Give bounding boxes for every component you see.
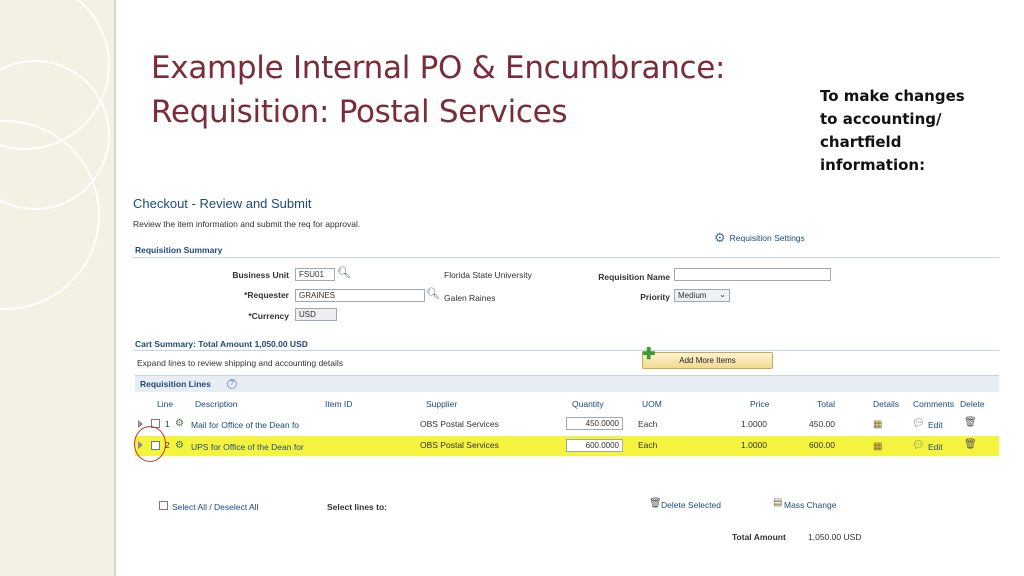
comment-icon[interactable]: 💬︎ <box>912 440 925 451</box>
line-price: 1.0000 <box>741 419 767 429</box>
column-header-description: Description <box>195 399 238 409</box>
chevron-down-icon: ⌄ <box>719 290 726 299</box>
requisition-lines-title: Requisition Lines <box>140 379 211 389</box>
mass-change-icon: ▤ <box>773 497 783 508</box>
plus-icon: ✚ <box>642 346 656 363</box>
select-all-checkbox[interactable] <box>159 501 168 510</box>
checkout-page: Checkout - Review and Submit Review the … <box>130 190 1000 570</box>
requester-field[interactable]: GRAINES <box>295 289 425 302</box>
side-note: To make changes to accounting/ chartfiel… <box>820 85 980 177</box>
requisition-settings-label: Requisition Settings <box>729 233 805 243</box>
requisition-name-label: Requisition Name <box>598 272 670 282</box>
priority-label: Priority <box>640 292 670 302</box>
currency-field: USD <box>295 308 337 321</box>
column-header-quantity: Quantity <box>572 399 604 409</box>
priority-select[interactable]: Medium ⌄ <box>674 289 730 302</box>
column-header-supplier: Supplier <box>426 399 458 409</box>
line-supplier: OBS Postal Services <box>420 419 499 429</box>
slide-title-line-2: Requisition: Postal Services <box>151 94 568 130</box>
table-row: 1 ⚙ Mail for Office of the Dean fo OBS P… <box>135 415 999 435</box>
details-icon[interactable]: ▦ <box>873 419 882 430</box>
search-icon[interactable]: 🔍︎ <box>426 287 440 300</box>
requester-label: *Requester <box>244 290 289 300</box>
search-icon[interactable]: 🔍︎ <box>337 266 351 279</box>
business-unit-field[interactable]: FSU01 <box>295 268 335 281</box>
total-amount-value: 1,050.00 USD <box>808 532 862 542</box>
trash-icon[interactable]: 🗑︎ <box>964 439 977 450</box>
side-note-line: to accounting/ <box>820 110 942 128</box>
delete-selected-link[interactable]: Delete Selected <box>661 500 721 510</box>
column-header-total: Total <box>817 399 835 409</box>
slide-title-line-1: Example Internal PO & Encumbrance: <box>151 50 726 86</box>
comment-icon[interactable]: 💬︎ <box>912 418 925 429</box>
divider <box>133 257 999 258</box>
requester-description: Galen Raines <box>444 293 496 303</box>
line-uom: Each <box>638 440 658 450</box>
column-header-item-id: Item ID <box>325 399 353 409</box>
side-note-line: chartfield <box>820 133 902 151</box>
line-uom: Each <box>638 419 658 429</box>
select-all-link[interactable]: Select All / Deselect All <box>172 502 258 512</box>
total-amount-label: Total Amount <box>732 532 786 542</box>
slide-title: Example Internal PO & Encumbrance: Requi… <box>151 46 791 134</box>
table-row: 2 ⚙ UPS for Office of the Dean for OBS P… <box>135 436 999 456</box>
decorative-side-strip <box>0 0 114 576</box>
requisition-summary-header: Requisition Summary <box>135 245 223 255</box>
highlight-circle <box>134 426 166 462</box>
quantity-input[interactable]: 450.0000 <box>566 417 623 430</box>
page-subtitle: Review the item information and submit t… <box>133 219 361 229</box>
line-total: 450.00 <box>809 419 835 429</box>
column-header-details: Details <box>873 399 899 409</box>
quantity-input[interactable]: 600.0000 <box>566 439 623 452</box>
trash-icon[interactable]: 🗑︎ <box>964 417 977 428</box>
business-unit-label: Business Unit <box>232 270 289 280</box>
column-header-comments: Comments <box>913 399 955 409</box>
gear-icon: ⚙ <box>714 230 726 245</box>
item-type-icon: ⚙ <box>175 440 184 451</box>
mass-change-link[interactable]: Mass Change <box>784 500 836 510</box>
side-note-line: To make changes <box>820 87 965 105</box>
trash-icon: 🗑︎ <box>649 498 662 509</box>
add-more-items-button[interactable]: Add More Items <box>642 352 773 369</box>
column-header-line: Line <box>157 399 174 409</box>
details-icon[interactable]: ▦ <box>873 441 882 452</box>
line-description[interactable]: UPS for Office of the Dean for <box>191 442 304 452</box>
line-total: 600.00 <box>809 440 835 450</box>
help-icon[interactable]: ? <box>227 379 237 389</box>
select-lines-label: Select lines to: <box>327 502 387 512</box>
column-header-price: Price <box>750 399 770 409</box>
line-description[interactable]: Mail for Office of the Dean fo <box>191 420 299 430</box>
item-type-icon: ⚙ <box>175 418 184 429</box>
currency-label: *Currency <box>248 311 289 321</box>
column-header-uom: UOM <box>642 399 662 409</box>
priority-value: Medium <box>678 291 707 300</box>
divider <box>133 350 999 351</box>
comment-edit-link[interactable]: Edit <box>928 420 943 430</box>
line-number: 1 <box>165 419 170 429</box>
requisition-lines-header: Requisition Lines ? <box>135 375 999 392</box>
page-title: Checkout - Review and Submit <box>133 196 312 211</box>
cart-summary-header: Cart Summary: Total Amount 1,050.00 USD <box>135 339 308 349</box>
line-price: 1.0000 <box>741 440 767 450</box>
line-supplier: OBS Postal Services <box>420 440 499 450</box>
expand-lines-text: Expand lines to review shipping and acco… <box>137 358 344 368</box>
comment-edit-link[interactable]: Edit <box>928 442 943 452</box>
side-divider <box>114 0 116 576</box>
requisition-name-field[interactable] <box>674 268 831 281</box>
business-unit-description: Florida State University <box>444 270 532 280</box>
requisition-settings-link[interactable]: ⚙ Requisition Settings <box>714 230 805 246</box>
side-note-line: information: <box>820 156 926 174</box>
column-header-delete: Delete <box>960 399 985 409</box>
